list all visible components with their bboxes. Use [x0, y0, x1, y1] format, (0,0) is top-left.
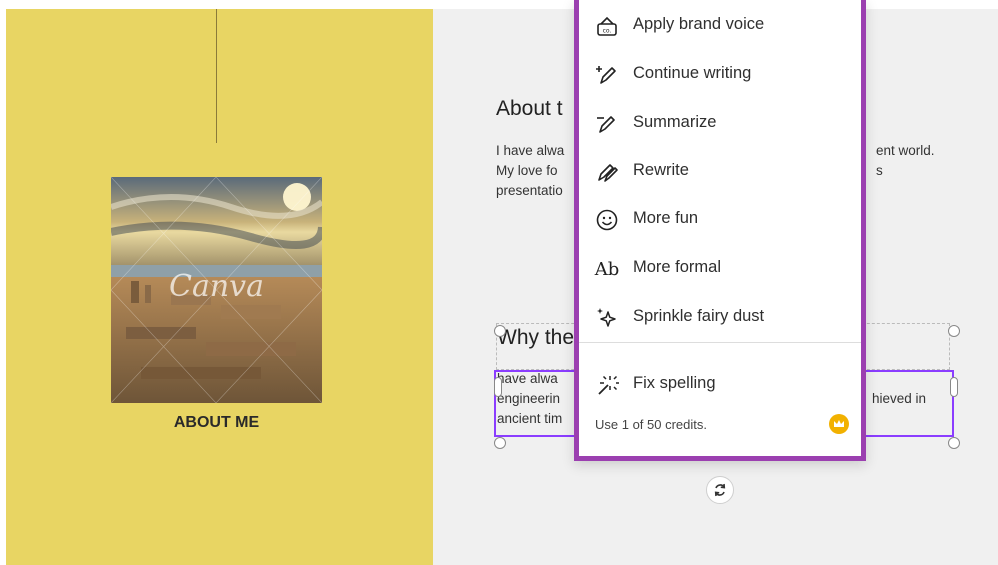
menu-item-more-fun[interactable]: More fun: [579, 200, 861, 240]
menu-item-label: Sprinkle fairy dust: [633, 307, 765, 325]
paragraph-line: ent world.: [876, 143, 935, 158]
paragraph-line: s: [876, 163, 883, 178]
brand-voice-icon: co.: [594, 13, 620, 39]
menu-item-more-formal[interactable]: Ab More formal: [579, 249, 861, 289]
menu-item-summarize[interactable]: Summarize: [579, 104, 861, 144]
menu-item-label: More formal: [633, 258, 722, 276]
menu-item-label: Rewrite: [633, 161, 689, 179]
menu-item-rewrite[interactable]: Rewrite: [579, 152, 861, 192]
menu-item-label: Fix spelling: [633, 374, 716, 392]
menu-item-label: More fun: [633, 209, 699, 227]
paragraph-line: hieved in: [872, 391, 927, 406]
rotate-icon: [714, 483, 726, 497]
menu-item-label: Apply brand voice: [633, 15, 765, 33]
svg-text:co.: co.: [603, 28, 612, 35]
pen-icon: [594, 111, 620, 137]
menu-divider: [579, 342, 861, 343]
left-panel: Canva ABOUT ME: [6, 9, 433, 565]
crown-icon[interactable]: [829, 414, 849, 434]
smiley-icon: [594, 207, 620, 233]
section-heading-why[interactable]: Why the: [497, 326, 574, 350]
menu-item-fix-spelling[interactable]: Fix spelling: [579, 365, 861, 405]
ab-formal-icon: Ab: [594, 256, 620, 282]
about-paragraph-right: ent world. s: [876, 141, 935, 181]
resize-handle-bottom-right[interactable]: [948, 437, 960, 449]
photo-watermark: Canva: [169, 269, 264, 304]
resize-handle-bottom-left[interactable]: [494, 437, 506, 449]
ab-icon-text: Ab: [594, 258, 620, 280]
resize-handle-top-right[interactable]: [948, 325, 960, 337]
why-paragraph-right: hieved in: [872, 389, 926, 409]
about-me-caption[interactable]: ABOUT ME: [111, 414, 322, 432]
magic-write-menu: co. Apply brand voice Continue writing S…: [574, 0, 866, 461]
vertical-line: [216, 9, 217, 143]
credits-text: Use 1 of 50 credits.: [595, 417, 707, 432]
rewrite-pens-icon: [594, 159, 620, 185]
menu-item-label: Summarize: [633, 113, 717, 131]
rotate-button[interactable]: [706, 476, 734, 504]
resize-handle-top-left[interactable]: [494, 325, 506, 337]
section-heading-about[interactable]: About t: [496, 97, 563, 121]
menu-item-sprinkle-fairy-dust[interactable]: Sprinkle fairy dust: [579, 298, 861, 338]
menu-item-label: Continue writing: [633, 64, 752, 82]
menu-item-continue-writing[interactable]: Continue writing: [579, 55, 861, 95]
ruins-photo[interactable]: Canva: [111, 177, 322, 403]
menu-item-apply-brand-voice[interactable]: co. Apply brand voice: [579, 6, 861, 46]
magic-wand-icon: [594, 372, 620, 398]
resize-handle-right[interactable]: [950, 377, 958, 397]
pen-plus-icon: [594, 62, 620, 88]
resize-handle-left[interactable]: [494, 377, 502, 397]
sparkle-icon: [594, 305, 620, 331]
